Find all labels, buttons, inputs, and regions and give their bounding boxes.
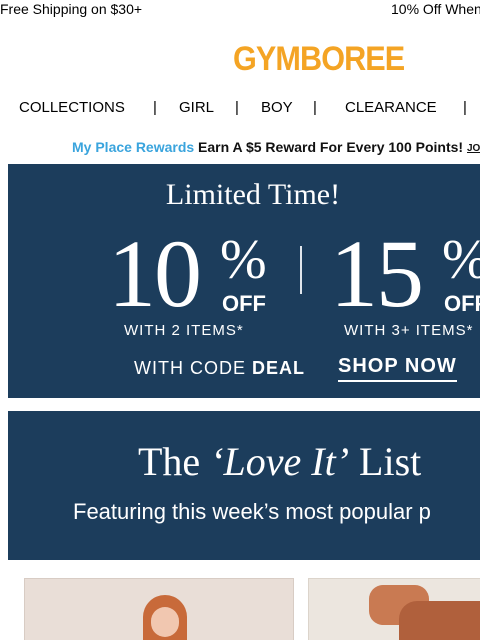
sale-banner[interactable]: Limited Time! 10 % OFF WITH 2 ITEMS* 15 … [8,164,480,398]
nav-item-boy[interactable]: BOY [261,98,293,118]
love-it-list-banner[interactable]: The ‘Love It’ List Featuring this week’s… [8,411,480,560]
offer1-percent: % [220,229,267,291]
free-shipping-text[interactable]: Free Shipping on $30+ [0,0,142,18]
chair-photo-seat [399,601,480,640]
nav-item-clearance[interactable]: CLEARANCE [345,98,437,118]
nav-item-girl[interactable]: GIRL [179,98,214,118]
promo-bar: Free Shipping on $30+ 10% Off When [0,0,480,20]
child-photo-face [151,607,179,637]
product-card-chair-photo[interactable] [308,578,480,640]
promo-code: DEAL [252,358,306,378]
nav-separator: | [235,99,239,116]
nav-separator: | [463,99,467,116]
nav-item-collections[interactable]: COLLECTIONS [19,98,125,118]
rewards-join-link[interactable]: JO [467,140,480,158]
love-it-title: The ‘Love It’ List [138,439,421,485]
product-grid [0,568,480,640]
offer2-percent: % [442,230,480,290]
love-it-subtitle: Featuring this week’s most popular p [73,499,431,524]
offer1-condition: WITH 2 ITEMS* [124,322,244,339]
offer2-off: OFF [444,291,480,316]
offer2-condition: WITH 3+ ITEMS* [344,322,474,339]
rewards-bar: My Place Rewards Earn A $5 Reward For Ev… [0,138,480,158]
shop-now-button[interactable]: SHOP NOW [338,354,457,382]
nav-separator: | [153,99,157,116]
rewards-message: Earn A $5 Reward For Every 100 Points! [198,139,464,155]
rewards-program-name[interactable]: My Place Rewards [72,138,194,156]
love-it-title-suffix: List [359,439,422,484]
product-card-girl-photo[interactable] [24,578,294,640]
nav-separator: | [313,99,317,116]
offer1-number: 10 [108,220,202,327]
gymboree-logo[interactable]: GYMBOREE [233,40,405,78]
main-nav: COLLECTIONS | GIRL | BOY | CLEARANCE | [0,98,480,120]
discount-promo-text[interactable]: 10% Off When [391,0,480,18]
sale-banner-title: Limited Time! [165,178,341,211]
offer2-number: 15 [330,220,424,327]
promo-code-prefix: WITH CODE [134,358,246,378]
love-it-title-prefix: The [138,439,201,484]
offer-divider [300,246,302,294]
offer1-off: OFF [222,291,266,316]
promo-code-line: WITH CODE DEAL [134,358,305,378]
love-it-title-italic: ‘Love It’ [210,439,350,484]
